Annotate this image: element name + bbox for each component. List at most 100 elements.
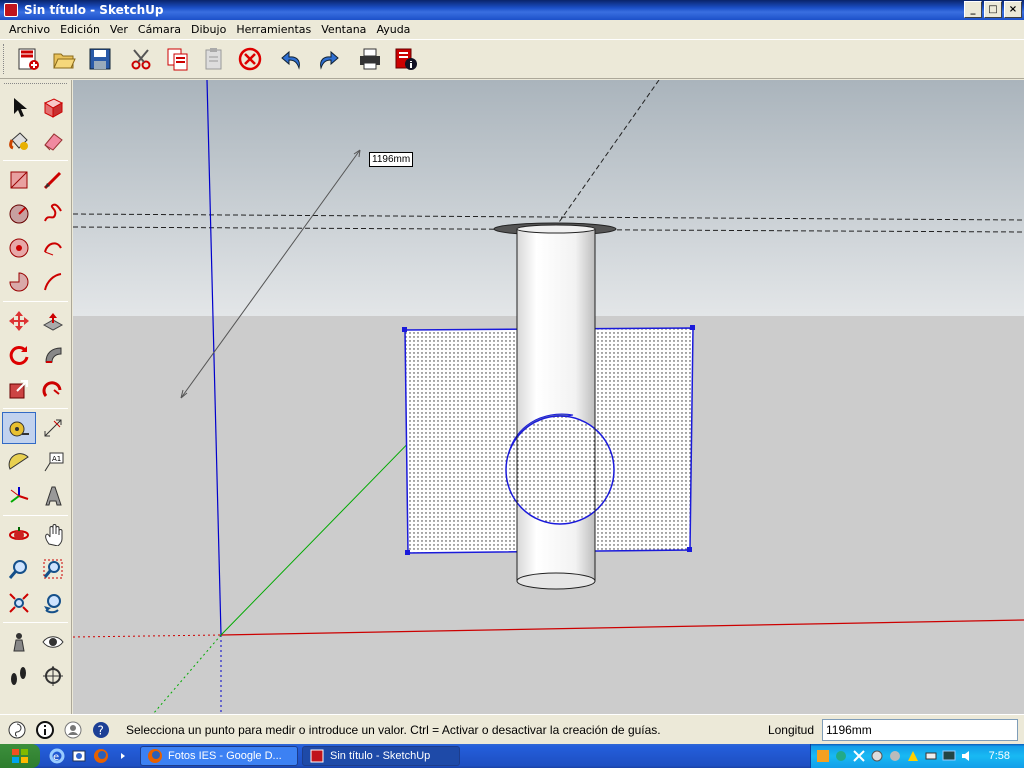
cut-icon[interactable] <box>124 42 160 76</box>
pie-icon[interactable] <box>2 266 36 298</box>
walk-icon[interactable] <box>2 660 36 692</box>
vertex-handle <box>690 325 695 330</box>
task-label: Fotos IES - Google D... <box>168 750 282 762</box>
vcb-label: Longitud <box>767 722 814 737</box>
look-around-icon[interactable] <box>36 626 70 658</box>
menu-ayuda[interactable]: Ayuda <box>371 23 415 36</box>
chevron-right-icon[interactable] <box>114 747 132 765</box>
menu-edicion[interactable]: Edición <box>55 23 105 36</box>
follow-me-icon[interactable] <box>36 339 70 371</box>
undo-icon[interactable] <box>274 42 310 76</box>
internet-explorer-icon[interactable]: e <box>48 747 66 765</box>
cylinder-body[interactable] <box>516 228 596 582</box>
push-pull-icon[interactable] <box>36 305 70 337</box>
polygon-icon[interactable] <box>2 232 36 264</box>
tray-monitor-icon[interactable] <box>941 748 957 764</box>
mail-icon[interactable] <box>70 747 88 765</box>
sign-in-icon[interactable] <box>62 719 84 741</box>
move-icon[interactable] <box>2 305 36 337</box>
erase-icon[interactable] <box>232 42 268 76</box>
arc-2point-icon[interactable] <box>36 266 70 298</box>
line-icon[interactable] <box>36 164 70 196</box>
scene-canvas[interactable] <box>73 80 1024 714</box>
help-icon[interactable]: ? <box>90 719 112 741</box>
menu-ventana[interactable]: Ventana <box>316 23 371 36</box>
volume-icon[interactable] <box>959 748 975 764</box>
menu-bar: Archivo Edición Ver Cámara Dibujo Herram… <box>0 20 1024 39</box>
windows-taskbar: e Fotos IES - Google D... Sin título - S… <box>0 744 1024 768</box>
paste-icon[interactable] <box>196 42 232 76</box>
svg-text:e: e <box>53 752 59 763</box>
task-label: Sin título - SketchUp <box>330 750 431 762</box>
task-sketchup[interactable]: Sin título - SketchUp <box>302 746 460 766</box>
new-icon[interactable] <box>10 42 46 76</box>
start-button[interactable] <box>0 744 40 768</box>
offset-icon[interactable] <box>36 373 70 405</box>
position-camera-icon[interactable] <box>2 626 36 658</box>
protractor-icon[interactable] <box>2 446 36 478</box>
zoom-icon[interactable] <box>2 553 36 585</box>
geo-location-icon[interactable] <box>6 719 28 741</box>
tray-update-icon[interactable] <box>905 748 921 764</box>
make-component-icon[interactable] <box>36 91 70 123</box>
eraser-icon[interactable] <box>36 125 70 157</box>
network-icon[interactable] <box>833 748 849 764</box>
status-bar: ? Selecciona un punto para medir o intro… <box>0 714 1024 744</box>
vertex-handle <box>402 327 407 332</box>
tray-circle-icon[interactable] <box>869 748 885 764</box>
vertex-handle <box>687 547 692 552</box>
selected-circle-face[interactable] <box>505 415 615 525</box>
clock: 7:58 <box>988 750 1010 762</box>
zoom-window-icon[interactable] <box>36 553 70 585</box>
section-plane-icon[interactable] <box>36 660 70 692</box>
menu-dibujo[interactable]: Dibujo <box>186 23 231 36</box>
measurements-input[interactable] <box>822 718 1018 741</box>
close-button[interactable]: × <box>1004 1 1022 18</box>
menu-archivo[interactable]: Archivo <box>4 23 55 36</box>
pan-icon[interactable] <box>36 519 70 551</box>
menu-ver[interactable]: Ver <box>105 23 133 36</box>
freehand-icon[interactable] <box>36 198 70 230</box>
tool-palette: A1 <box>0 80 72 714</box>
toolbar-grip[interactable] <box>3 44 7 74</box>
minimize-button[interactable]: _ <box>964 1 982 18</box>
arc-icon[interactable] <box>36 232 70 264</box>
circle-icon[interactable] <box>2 198 36 230</box>
menu-herramientas[interactable]: Herramientas <box>231 23 316 36</box>
copy-icon[interactable] <box>160 42 196 76</box>
tray-security-icon[interactable] <box>887 748 903 764</box>
save-icon[interactable] <box>82 42 118 76</box>
open-icon[interactable] <box>46 42 82 76</box>
previous-view-icon[interactable] <box>36 587 70 619</box>
quick-launch: e <box>48 747 132 765</box>
axes-icon[interactable] <box>2 480 36 512</box>
tray-app-icon[interactable] <box>815 748 831 764</box>
bluetooth-x-icon[interactable] <box>851 748 867 764</box>
dimension-icon[interactable] <box>36 412 70 444</box>
palette-grip[interactable] <box>4 83 67 87</box>
3d-text-icon[interactable] <box>36 480 70 512</box>
rectangle-icon[interactable] <box>2 164 36 196</box>
rotate-icon[interactable] <box>2 339 36 371</box>
credits-icon[interactable] <box>34 719 56 741</box>
select-icon[interactable] <box>2 91 36 123</box>
print-icon[interactable] <box>352 42 388 76</box>
text-icon[interactable]: A1 <box>36 446 70 478</box>
measurement-tooltip: 1196mm <box>369 152 414 167</box>
cylinder-top[interactable] <box>516 224 596 234</box>
redo-icon[interactable] <box>310 42 346 76</box>
svg-text:A1: A1 <box>52 455 61 463</box>
tape-measure-icon[interactable] <box>2 412 36 444</box>
zoom-extents-icon[interactable] <box>2 587 36 619</box>
scale-icon[interactable] <box>2 373 36 405</box>
paint-bucket-icon[interactable] <box>2 125 36 157</box>
modeling-viewport[interactable]: 1196mm <box>73 80 1024 714</box>
menu-camara[interactable]: Cámara <box>133 23 186 36</box>
firefox-icon[interactable] <box>92 747 110 765</box>
orbit-icon[interactable] <box>2 519 36 551</box>
firefox-icon <box>148 749 162 763</box>
model-info-icon[interactable] <box>388 42 424 76</box>
task-fotos-ies[interactable]: Fotos IES - Google D... <box>140 746 298 766</box>
maximize-button[interactable]: □ <box>984 1 1002 18</box>
tray-printer-icon[interactable] <box>923 748 939 764</box>
